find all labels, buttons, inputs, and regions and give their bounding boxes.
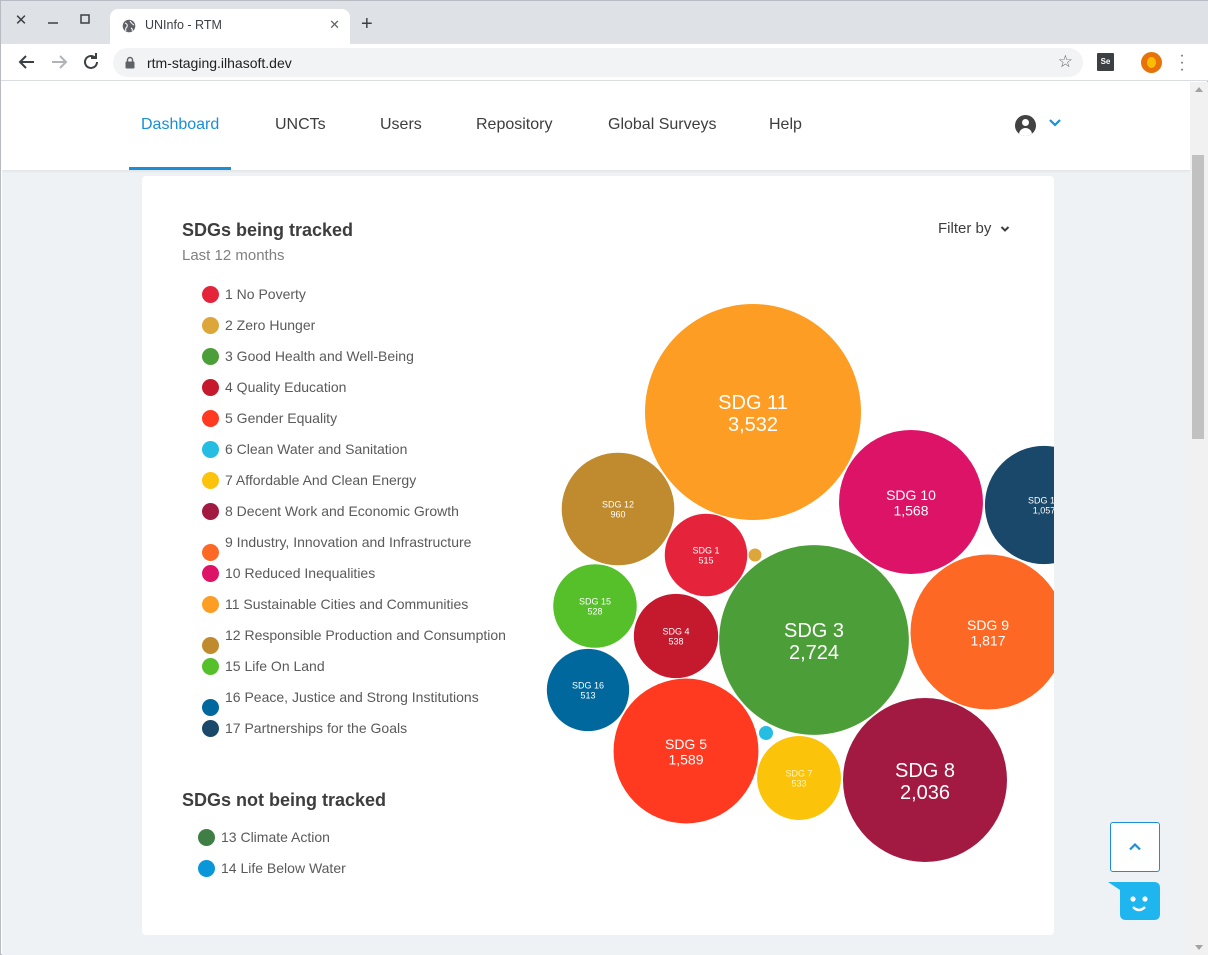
bubble-sdg-2[interactable] xyxy=(748,548,762,562)
bubble-name-label: SDG 16 xyxy=(572,681,604,691)
back-icon[interactable] xyxy=(15,50,39,74)
scroll-up-arrow[interactable] xyxy=(1195,87,1203,92)
bubble-value-label: 515 xyxy=(698,556,713,566)
scroll-to-top-button[interactable] xyxy=(1110,822,1160,872)
bubble-name-label: SDG 10 xyxy=(886,487,936,503)
url-text: rtm-staging.ilhasoft.dev xyxy=(147,55,292,71)
bubble-value-label: 1,057 xyxy=(1033,506,1054,516)
browser-toolbar: rtm-staging.ilhasoft.dev ☆ Se · · · xyxy=(1,44,1208,81)
forward-icon[interactable] xyxy=(47,50,71,74)
nav-users[interactable]: Users xyxy=(380,116,422,134)
bubble-sdg-9[interactable]: SDG 91,817 xyxy=(910,554,1054,710)
browser-window: ✕ UNInfo - RTM ✕ + rtm-staging.ilhasoft.… xyxy=(0,0,1208,955)
bubble-name-label: SDG 4 xyxy=(662,627,689,637)
bubble-value-label: 960 xyxy=(610,510,625,520)
minimize-window-icon[interactable] xyxy=(43,11,63,31)
app-navbar: Dashboard UNCTs Users Repository Global … xyxy=(2,82,1190,170)
tab-close-icon[interactable]: ✕ xyxy=(329,17,340,33)
bubble-value-label: 3,532 xyxy=(728,414,778,436)
sdg-dashboard-card: SDGs being tracked Last 12 months Filter… xyxy=(142,176,1054,935)
bubble-name-label: SDG 5 xyxy=(665,736,707,752)
page-viewport: Dashboard UNCTs Users Repository Global … xyxy=(2,82,1190,955)
bubble-name-label: SDG 15 xyxy=(579,597,611,607)
bubble-name-label: SDG 17 xyxy=(1028,496,1054,506)
tab-title: UNInfo - RTM xyxy=(145,18,222,32)
bubble-name-label: SDG 1 xyxy=(692,546,719,556)
chevron-down-icon[interactable] xyxy=(1048,118,1062,128)
chatbot-icon[interactable] xyxy=(1108,882,1160,920)
bubble-value-label: 528 xyxy=(587,607,602,617)
bubble-sdg-12[interactable]: SDG 12960 xyxy=(561,452,675,566)
chevron-up-icon xyxy=(1129,842,1141,851)
address-bar[interactable]: rtm-staging.ilhasoft.dev ☆ xyxy=(113,48,1083,77)
bubble-circle xyxy=(748,548,762,562)
page-scrollbar[interactable] xyxy=(1190,82,1208,955)
bubble-sdg-3[interactable]: SDG 32,724 xyxy=(719,545,909,735)
bubble-value-label: 2,724 xyxy=(789,642,839,664)
bubble-value-label: 513 xyxy=(580,691,595,701)
bubble-name-label: SDG 8 xyxy=(895,760,955,782)
bubble-sdg-16[interactable]: SDG 16513 xyxy=(546,648,630,732)
bubble-name-label: SDG 9 xyxy=(967,617,1009,633)
scrollbar-thumb[interactable] xyxy=(1192,155,1204,439)
bubble-sdg-10[interactable]: SDG 101,568 xyxy=(839,430,983,574)
maximize-window-icon[interactable] xyxy=(75,11,95,31)
lock-icon xyxy=(125,56,135,69)
bubble-sdg-11[interactable]: SDG 113,532 xyxy=(645,304,861,520)
bubble-name-label: SDG 7 xyxy=(785,769,812,779)
bubble-value-label: 538 xyxy=(668,637,683,647)
bubble-name-label: SDG 3 xyxy=(784,620,844,642)
browser-tab[interactable]: UNInfo - RTM ✕ xyxy=(110,9,350,44)
bubble-value-label: 2,036 xyxy=(900,782,950,804)
bubble-value-label: 1,568 xyxy=(893,502,928,518)
reload-icon[interactable] xyxy=(79,50,103,74)
nav-help[interactable]: Help xyxy=(769,116,802,134)
tab-strip: ✕ UNInfo - RTM ✕ + xyxy=(1,1,1208,44)
nav-uncts[interactable]: UNCTs xyxy=(275,116,326,134)
nav-repository[interactable]: Repository xyxy=(476,116,552,134)
browser-menu-icon[interactable]: · · · xyxy=(1177,48,1187,78)
selenium-extension-icon[interactable]: Se xyxy=(1097,53,1114,71)
bubble-value-label: 533 xyxy=(791,779,806,789)
bubble-sdg-15[interactable]: SDG 15528 xyxy=(553,564,637,648)
nav-global-surveys[interactable]: Global Surveys xyxy=(608,116,717,134)
bubble-sdg-4[interactable]: SDG 4538 xyxy=(633,593,719,679)
bubble-value-label: 1,817 xyxy=(970,632,1005,648)
sdg-bubble-chart: SDG 113,532SDG 32,724SDG 82,036SDG 91,81… xyxy=(546,304,1054,862)
scroll-down-arrow[interactable] xyxy=(1195,945,1203,950)
new-tab-icon[interactable]: + xyxy=(361,14,373,34)
bubble-value-label: 1,589 xyxy=(668,751,703,767)
bubble-sdg-5[interactable]: SDG 51,589 xyxy=(613,678,759,824)
close-window-icon[interactable]: ✕ xyxy=(11,11,31,31)
bubble-sdg-17[interactable]: SDG 171,057 xyxy=(984,445,1054,565)
bubble-sdg-8[interactable]: SDG 82,036 xyxy=(843,698,1007,862)
globe-icon xyxy=(122,19,136,33)
bubble-sdg-1[interactable]: SDG 1515 xyxy=(664,513,748,597)
bubble-sdg-7[interactable]: SDG 7533 xyxy=(757,736,841,820)
active-tab-indicator xyxy=(129,167,231,170)
bookmark-star-icon[interactable]: ☆ xyxy=(1058,52,1073,72)
bubble-circle xyxy=(759,726,773,740)
profile-avatar-icon[interactable] xyxy=(1141,52,1162,73)
bubble-sdg-6[interactable] xyxy=(759,726,773,740)
user-account-icon[interactable] xyxy=(1015,115,1036,136)
bubble-name-label: SDG 12 xyxy=(602,500,634,510)
bubble-name-label: SDG 11 xyxy=(718,392,788,414)
nav-dashboard[interactable]: Dashboard xyxy=(141,116,219,134)
